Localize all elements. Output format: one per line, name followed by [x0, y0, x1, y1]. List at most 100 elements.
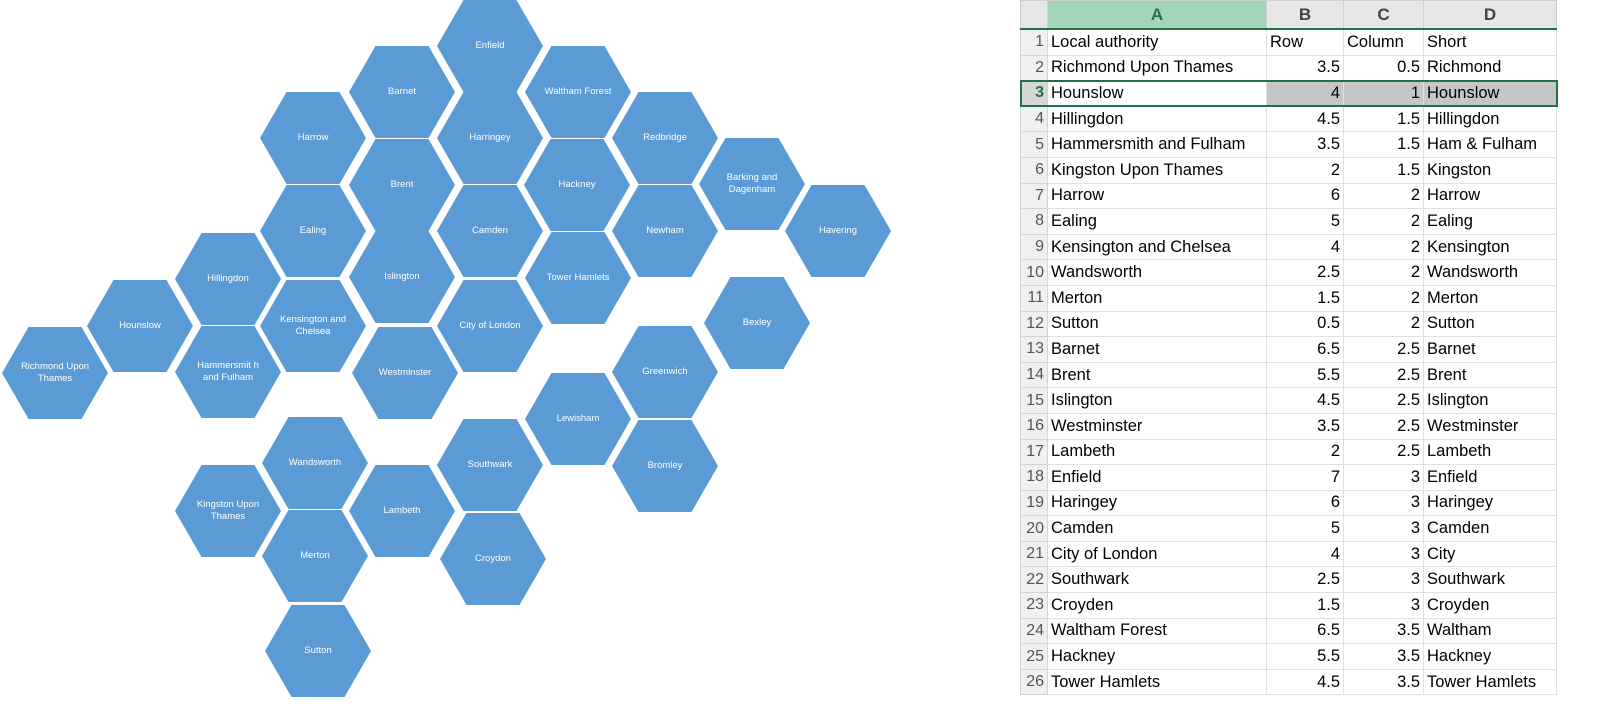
cell[interactable]: 3.5 [1266, 412, 1344, 440]
cell[interactable]: Kensington [1423, 233, 1557, 261]
cell[interactable]: 2.5 [1343, 438, 1424, 466]
row-number[interactable]: 16 [1020, 412, 1048, 440]
cell[interactable]: 4 [1266, 233, 1344, 261]
cell[interactable]: Westminster [1047, 412, 1267, 440]
hex-tile[interactable]: Enfield [437, 0, 543, 92]
hex-tile[interactable]: Tower Hamlets [525, 232, 631, 324]
cell[interactable]: 4.5 [1266, 105, 1344, 133]
row-number[interactable]: 10 [1020, 259, 1048, 286]
hex-tile[interactable]: Harrow [260, 92, 366, 184]
cell[interactable]: 6 [1266, 489, 1344, 517]
column-header-d[interactable]: D [1423, 0, 1557, 30]
row-number[interactable]: 14 [1020, 361, 1048, 389]
cell[interactable]: Row [1266, 28, 1344, 56]
cell[interactable]: 3 [1343, 540, 1424, 568]
cell[interactable]: Harrow [1423, 182, 1557, 210]
cell[interactable]: 1 [1343, 80, 1424, 107]
cell[interactable]: 6 [1266, 182, 1344, 210]
cell[interactable]: 2 [1343, 284, 1424, 312]
row-number[interactable]: 7 [1020, 182, 1048, 210]
hex-tile[interactable]: City of London [437, 280, 543, 372]
row-number[interactable]: 24 [1020, 617, 1048, 645]
row-number[interactable]: 22 [1020, 566, 1048, 594]
cell[interactable]: Richmond Upon Thames [1047, 54, 1267, 82]
cell[interactable]: 0.5 [1266, 310, 1344, 338]
cell[interactable]: 5 [1266, 208, 1344, 235]
row-number[interactable]: 23 [1020, 592, 1048, 619]
hex-tile[interactable]: Bexley [704, 277, 810, 369]
hex-tile[interactable]: Brent [349, 139, 455, 231]
cell[interactable]: Barnet [1423, 336, 1557, 363]
cell[interactable]: 4.5 [1266, 668, 1344, 696]
hex-tile[interactable]: Newham [612, 185, 718, 277]
cell[interactable]: Waltham Forest [1047, 617, 1267, 645]
row-number[interactable]: 1 [1020, 28, 1048, 56]
row-number[interactable]: 20 [1020, 515, 1048, 542]
cell[interactable]: Ealing [1423, 208, 1557, 235]
cell[interactable]: Camden [1423, 515, 1557, 542]
hex-tile[interactable]: Richmond Upon Thames [2, 327, 108, 419]
cell[interactable]: 2 [1343, 208, 1424, 235]
cell[interactable]: Islington [1423, 387, 1557, 414]
row-number[interactable]: 19 [1020, 489, 1048, 517]
row-number[interactable]: 17 [1020, 438, 1048, 466]
cell[interactable]: Local authority [1047, 28, 1267, 56]
cell[interactable]: 2 [1343, 259, 1424, 286]
cell[interactable]: Tower Hamlets [1047, 668, 1267, 696]
hex-tile[interactable]: Hounslow [87, 280, 193, 372]
cell[interactable]: 3 [1343, 464, 1424, 491]
row-number[interactable]: 12 [1020, 310, 1048, 338]
hex-tile[interactable]: Redbridge [612, 92, 718, 184]
cell[interactable]: Kingston [1423, 156, 1557, 184]
hex-tile[interactable]: Harringey [437, 92, 543, 184]
cell[interactable]: Waltham [1423, 617, 1557, 645]
hex-tile[interactable]: Wandsworth [262, 417, 368, 509]
hex-tile[interactable]: Hillingdon [175, 233, 281, 325]
cell[interactable]: 1.5 [1343, 105, 1424, 133]
cell[interactable]: Croyden [1047, 592, 1267, 619]
row-number[interactable]: 25 [1020, 643, 1048, 670]
cell[interactable]: Croyden [1423, 592, 1557, 619]
hex-tile[interactable]: Westminster [352, 327, 458, 419]
cell[interactable]: 5.5 [1266, 643, 1344, 670]
cell[interactable]: Sutton [1423, 310, 1557, 338]
cell[interactable]: 4.5 [1266, 387, 1344, 414]
cell[interactable]: 3.5 [1343, 617, 1424, 645]
cell[interactable]: Westminster [1423, 412, 1557, 440]
cell[interactable]: Enfield [1047, 464, 1267, 491]
hex-tile[interactable]: Hammersmit h and Fulham [175, 326, 281, 418]
cell[interactable]: 1.5 [1266, 592, 1344, 619]
cell[interactable]: Southwark [1423, 566, 1557, 594]
cell[interactable]: 3 [1343, 566, 1424, 594]
row-number[interactable]: 13 [1020, 336, 1048, 363]
cell[interactable]: Hackney [1047, 643, 1267, 670]
column-header-a[interactable]: A [1047, 0, 1267, 30]
cell[interactable]: 2.5 [1343, 336, 1424, 363]
cell[interactable]: 2 [1266, 156, 1344, 184]
hex-tile[interactable]: Lewisham [525, 373, 631, 465]
cell[interactable]: Short [1423, 28, 1557, 56]
cell[interactable]: City [1423, 540, 1557, 568]
hex-tile[interactable]: Barking and Dagenham [699, 138, 805, 230]
row-number[interactable]: 6 [1020, 156, 1048, 184]
cell[interactable]: Wandsworth [1423, 259, 1557, 286]
cell[interactable]: 0.5 [1343, 54, 1424, 82]
select-all-corner[interactable] [1020, 0, 1048, 30]
cell[interactable]: 3 [1343, 489, 1424, 517]
cell[interactable]: 1.5 [1343, 156, 1424, 184]
hex-tile[interactable]: Camden [437, 185, 543, 277]
cell[interactable]: Brent [1423, 361, 1557, 389]
hex-tile[interactable]: Waltham Forest [525, 46, 631, 138]
cell[interactable]: Ealing [1047, 208, 1267, 235]
cell[interactable]: 3.5 [1266, 54, 1344, 82]
hex-tile[interactable]: Islington [349, 231, 455, 323]
row-number[interactable]: 2 [1020, 54, 1048, 82]
cell[interactable]: Camden [1047, 515, 1267, 542]
cell[interactable]: Wandsworth [1047, 259, 1267, 286]
cell[interactable]: 3.5 [1266, 131, 1344, 158]
cell[interactable]: Islington [1047, 387, 1267, 414]
cell[interactable]: Southwark [1047, 566, 1267, 594]
cell[interactable]: Merton [1047, 284, 1267, 312]
cell[interactable]: Lambeth [1423, 438, 1557, 466]
cell[interactable]: Richmond [1423, 54, 1557, 82]
